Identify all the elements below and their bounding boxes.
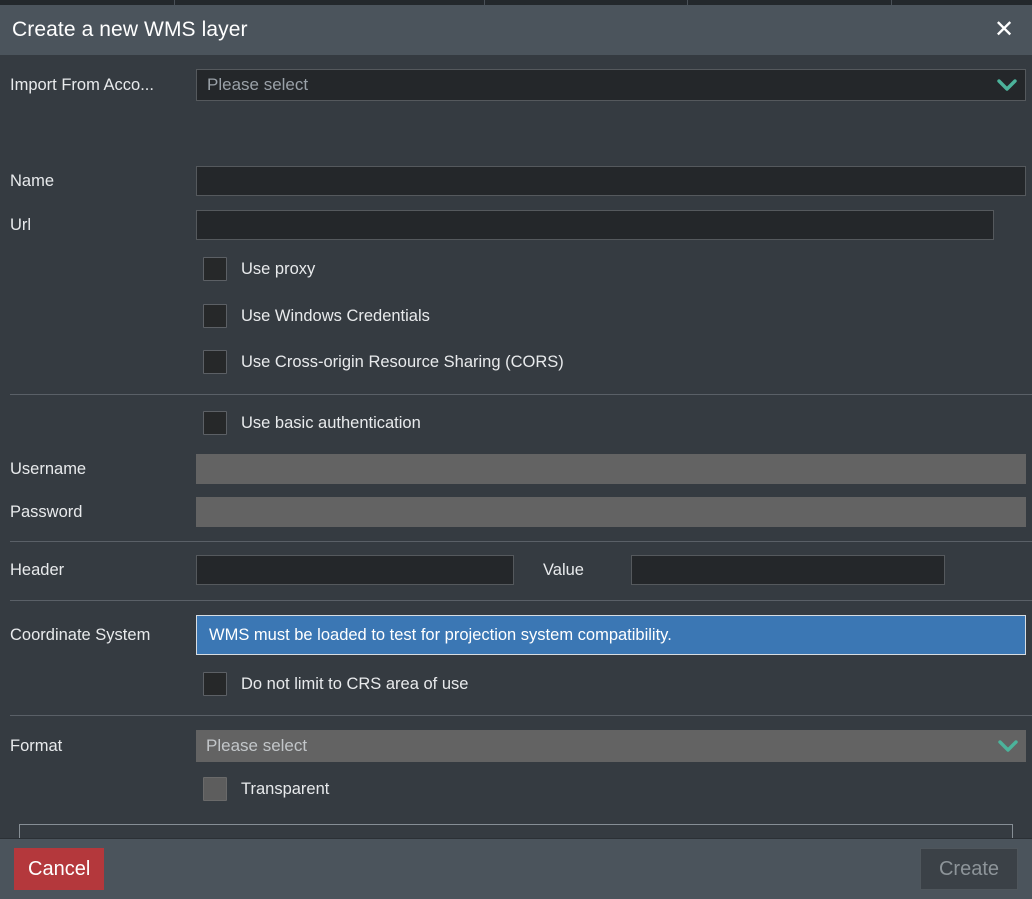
use-basic-authentication-checkbox[interactable] <box>203 411 227 435</box>
chevron-down-icon <box>997 78 1017 92</box>
do-not-limit-crs-label: Do not limit to CRS area of use <box>241 674 469 693</box>
row-coordinate-system: Coordinate System WMS must be loaded to … <box>0 615 1032 655</box>
use-proxy-label: Use proxy <box>241 259 316 278</box>
row-header-value: Header Value <box>0 555 1032 585</box>
transparent-label: Transparent <box>241 779 330 798</box>
dialog-title: Create a new WMS layer <box>12 18 248 41</box>
close-icon[interactable]: ✕ <box>990 16 1018 44</box>
use-proxy-checkbox[interactable] <box>203 257 227 281</box>
section-divider <box>10 715 1032 716</box>
use-windows-credentials-checkbox[interactable] <box>203 304 227 328</box>
url-input[interactable] <box>196 210 994 240</box>
row-use-cors: Use Cross-origin Resource Sharing (CORS) <box>0 350 1032 374</box>
password-label: Password <box>10 502 83 521</box>
do-not-limit-crs-checkbox[interactable] <box>203 672 227 696</box>
row-use-basic-auth: Use basic authentication <box>0 411 1032 435</box>
coordinate-system-info-banner: WMS must be loaded to test for projectio… <box>196 615 1026 655</box>
format-select[interactable]: Please select <box>196 730 1026 762</box>
row-username: Username <box>0 454 1032 484</box>
url-label: Url <box>10 215 32 234</box>
format-value: Please select <box>206 736 308 755</box>
coordinate-system-label: Coordinate System <box>10 625 151 644</box>
use-basic-authentication-label: Use basic authentication <box>241 413 421 432</box>
name-label: Name <box>10 171 55 190</box>
name-input[interactable] <box>196 166 1026 196</box>
header-value-input[interactable] <box>630 555 945 585</box>
import-from-account-value: Please select <box>207 75 309 94</box>
row-format: Format Please select <box>0 730 1032 762</box>
row-use-proxy: Use proxy <box>0 257 1032 281</box>
row-do-not-limit-crs: Do not limit to CRS area of use <box>0 672 1032 696</box>
coordinate-system-info-text: WMS must be loaded to test for projectio… <box>209 625 672 644</box>
row-use-windows-credentials: Use Windows Credentials <box>0 304 1032 328</box>
header-label: Header <box>10 560 65 579</box>
header-input[interactable] <box>196 555 514 585</box>
use-cors-checkbox[interactable] <box>203 350 227 374</box>
wms-layer-dialog: Create a new WMS layer ✕ Import From Acc… <box>0 0 1032 899</box>
format-label: Format <box>10 736 63 755</box>
section-divider <box>10 600 1032 601</box>
chevron-down-icon <box>998 739 1018 753</box>
use-cors-label: Use Cross-origin Resource Sharing (CORS) <box>241 352 564 371</box>
section-divider <box>10 541 1032 542</box>
password-input[interactable] <box>196 497 1026 527</box>
row-transparent: Transparent <box>0 777 1032 801</box>
row-name: Name <box>0 166 1032 196</box>
section-divider <box>10 394 1032 395</box>
username-label: Username <box>10 459 87 478</box>
row-password: Password <box>0 497 1032 527</box>
transparent-checkbox[interactable] <box>203 777 227 801</box>
create-button[interactable]: Create <box>919 848 1018 890</box>
import-from-account-select[interactable]: Please select <box>196 69 1026 101</box>
dialog-titlebar: Create a new WMS layer ✕ <box>0 5 1032 55</box>
use-windows-credentials-label: Use Windows Credentials <box>241 306 430 325</box>
layer-list-panel[interactable] <box>19 824 1013 838</box>
row-url: Url <box>0 210 1032 240</box>
cancel-button[interactable]: Cancel <box>14 848 105 890</box>
row-import-from-account: Import From Acco... Please select <box>0 69 1032 101</box>
dialog-footer: Cancel Create <box>0 838 1032 899</box>
import-from-account-label: Import From Acco... <box>10 75 154 94</box>
username-input[interactable] <box>196 454 1026 484</box>
header-value-label: Value <box>543 560 584 579</box>
dialog-body: Import From Acco... Please select Name U… <box>0 55 1032 838</box>
